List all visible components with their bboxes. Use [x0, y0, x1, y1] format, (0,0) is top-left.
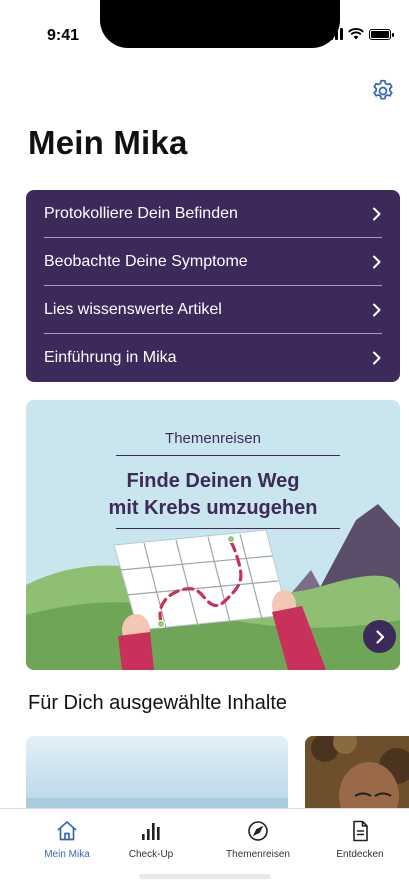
compass-icon — [248, 821, 268, 841]
chevron-right-icon — [373, 255, 381, 268]
journey-open-button[interactable] — [363, 620, 396, 653]
content-card[interactable] — [305, 736, 409, 816]
status-time: 9:41 — [47, 27, 80, 44]
tab-mein-mika[interactable]: Mein Mika — [22, 819, 112, 860]
menu-item-label: Protokolliere Dein Befinden — [44, 204, 238, 222]
headline-line-2: mit Krebs umzugehen — [108, 497, 318, 519]
chevron-right-icon — [373, 351, 381, 365]
tab-check-up[interactable]: Check-Up — [106, 819, 196, 860]
divider — [116, 528, 340, 529]
tab-label: Themenreisen — [226, 849, 290, 860]
status-icons — [325, 28, 394, 40]
card-image — [26, 798, 288, 816]
tab-entdecken[interactable]: Entdecken — [315, 819, 405, 860]
journey-headline: Finde Deinen Weg mit Krebs umzugehen — [26, 468, 400, 522]
gear-icon — [373, 79, 393, 100]
tab-label: Check-Up — [128, 849, 174, 860]
device-notch — [100, 0, 340, 48]
settings-button[interactable] — [370, 78, 396, 104]
card-image — [305, 736, 409, 816]
tab-label: Mein Mika — [44, 849, 90, 860]
menu-item-label: Lies wissenswerte Artikel — [44, 300, 222, 318]
bar-chart-icon — [142, 823, 160, 840]
page-title: Mein Mika — [28, 124, 188, 161]
section-title: Für Dich ausgewählte Inhalte — [28, 692, 288, 714]
document-icon — [353, 820, 368, 842]
chevron-right-icon — [373, 207, 381, 220]
menu-item-einfuehrung[interactable]: Einführung in Mika — [44, 334, 382, 382]
chevron-right-icon — [373, 303, 381, 316]
headline-line-1: Finde Deinen Weg — [126, 470, 300, 492]
cellular-signal-icon — [325, 28, 343, 40]
home-indicator — [139, 874, 271, 879]
tab-bar: Mein Mika Check-Up Themenreisen Entdecke… — [0, 808, 409, 884]
home-icon — [57, 821, 77, 841]
chevron-right-icon — [375, 629, 384, 644]
menu-item-protokolliere[interactable]: Protokolliere Dein Befinden — [44, 190, 382, 238]
tab-label: Entdecken — [336, 849, 384, 860]
divider — [116, 455, 340, 456]
status-bar: 9:41 — [0, 0, 409, 60]
tab-themenreisen[interactable]: Themenreisen — [213, 819, 303, 860]
quick-actions-card: Protokolliere Dein Befinden Beobachte De… — [26, 190, 400, 382]
journey-overline: Themenreisen — [165, 430, 261, 447]
menu-item-label: Einführung in Mika — [44, 349, 177, 366]
wifi-icon — [348, 28, 364, 40]
menu-item-label: Beobachte Deine Symptome — [44, 252, 248, 270]
menu-item-symptome[interactable]: Beobachte Deine Symptome — [44, 238, 382, 286]
battery-icon — [369, 28, 394, 40]
menu-item-artikel[interactable]: Lies wissenswerte Artikel — [44, 286, 382, 334]
content-card[interactable] — [26, 736, 288, 816]
themenreisen-card[interactable]: Themenreisen Finde Deinen Weg mit Krebs … — [26, 400, 400, 670]
